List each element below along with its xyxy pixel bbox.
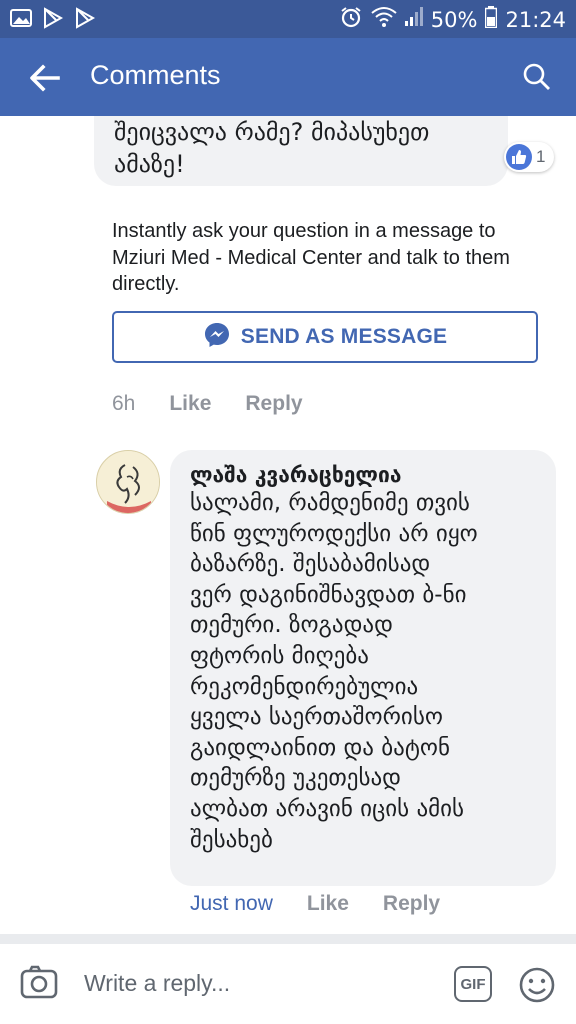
wifi-icon (371, 6, 397, 33)
comment-text-line: ყველა საერთაშორისო (190, 704, 443, 731)
comment-time: Just now (190, 892, 273, 915)
send-as-message-button[interactable]: SEND AS MESSAGE (112, 311, 538, 363)
auto-message-text: Instantly ask your question in a message… (112, 220, 510, 295)
search-icon[interactable] (522, 62, 552, 92)
alarm-icon (339, 5, 363, 34)
comment-text-line: გაიდლაინით და ბატონ (190, 734, 451, 761)
page-title: Comments (90, 60, 221, 90)
comment-time: 6h (112, 392, 136, 415)
comment-text-line: თემური. ზოგადად (190, 612, 393, 639)
notification-icons (10, 7, 96, 29)
divider (0, 934, 576, 944)
thumbs-up-icon (506, 144, 532, 170)
comment-actions: Just now Like Reply (190, 892, 440, 916)
back-arrow-icon[interactable] (28, 63, 60, 93)
app-bar: Comments (0, 38, 576, 116)
avatar[interactable] (96, 450, 160, 514)
comment-text-line: შესახებ (190, 826, 273, 853)
comments-list[interactable]: შეიცვალა რამე? მიპასუხეთ ამაზე! 1 Instan… (0, 116, 576, 934)
comment-bubble: შეიცვალა რამე? მიპასუხეთ ამაზე! (94, 116, 508, 186)
like-link[interactable]: Like (169, 392, 211, 416)
send-as-message-label: SEND AS MESSAGE (240, 325, 448, 348)
reply-composer: Write a reply... GIF (0, 944, 576, 1024)
signal-icon (404, 7, 423, 32)
comment-text-line: თემურზე უკეთესად (190, 765, 401, 792)
camera-icon[interactable] (20, 964, 58, 1000)
battery-percent: 50% (430, 7, 478, 32)
comment-text-line: ფტორის მიღება (190, 642, 369, 669)
like-link[interactable]: Like (307, 892, 349, 916)
gif-button[interactable]: GIF (454, 966, 492, 1002)
comment-author[interactable]: ლაშა კვარაცხელია (190, 462, 538, 488)
clock: 21:24 (505, 7, 566, 32)
battery-icon (485, 6, 498, 33)
comment-bubble: ლაშა კვარაცხელია სალამი, რამდენიმე თვის … (170, 450, 556, 886)
comment-actions: 6h Like Reply (112, 392, 303, 416)
comment-text-line: სალამი, რამდენიმე თვის (190, 490, 470, 516)
reply-link[interactable]: Reply (245, 392, 302, 416)
reaction-count: 1 (536, 147, 546, 166)
play-store-icon (42, 7, 64, 29)
gallery-icon (10, 7, 32, 29)
status-bar: 50% 21:24 (0, 0, 576, 38)
comment-text-line: ამაზე! (114, 150, 185, 178)
comment-text-line: ვერ დაგინიშნავდათ ბ-ნი (190, 581, 467, 608)
reaction-badge[interactable]: 1 (504, 142, 554, 172)
reply-link[interactable]: Reply (383, 892, 440, 916)
comment-text-line: წინ ფლუროდექსი არ იყო (190, 520, 478, 547)
emoji-icon[interactable] (518, 966, 556, 1004)
comment-body: სალამი, რამდენიმე თვის წინ ფლუროდექსი არ… (190, 488, 538, 855)
play-store-icon-2 (74, 7, 96, 29)
reply-input[interactable]: Write a reply... (84, 970, 230, 997)
comment-text-line: შეიცვალა რამე? მიპასუხეთ (114, 118, 430, 146)
messenger-icon (203, 321, 231, 353)
comment-text-line: რეკომენდირებულია (190, 673, 419, 700)
comment-text-line: ბაზარზე. შესაბამისად (190, 551, 431, 578)
comment-text-line: ალბათ არავინ იცის ამის (190, 795, 465, 822)
